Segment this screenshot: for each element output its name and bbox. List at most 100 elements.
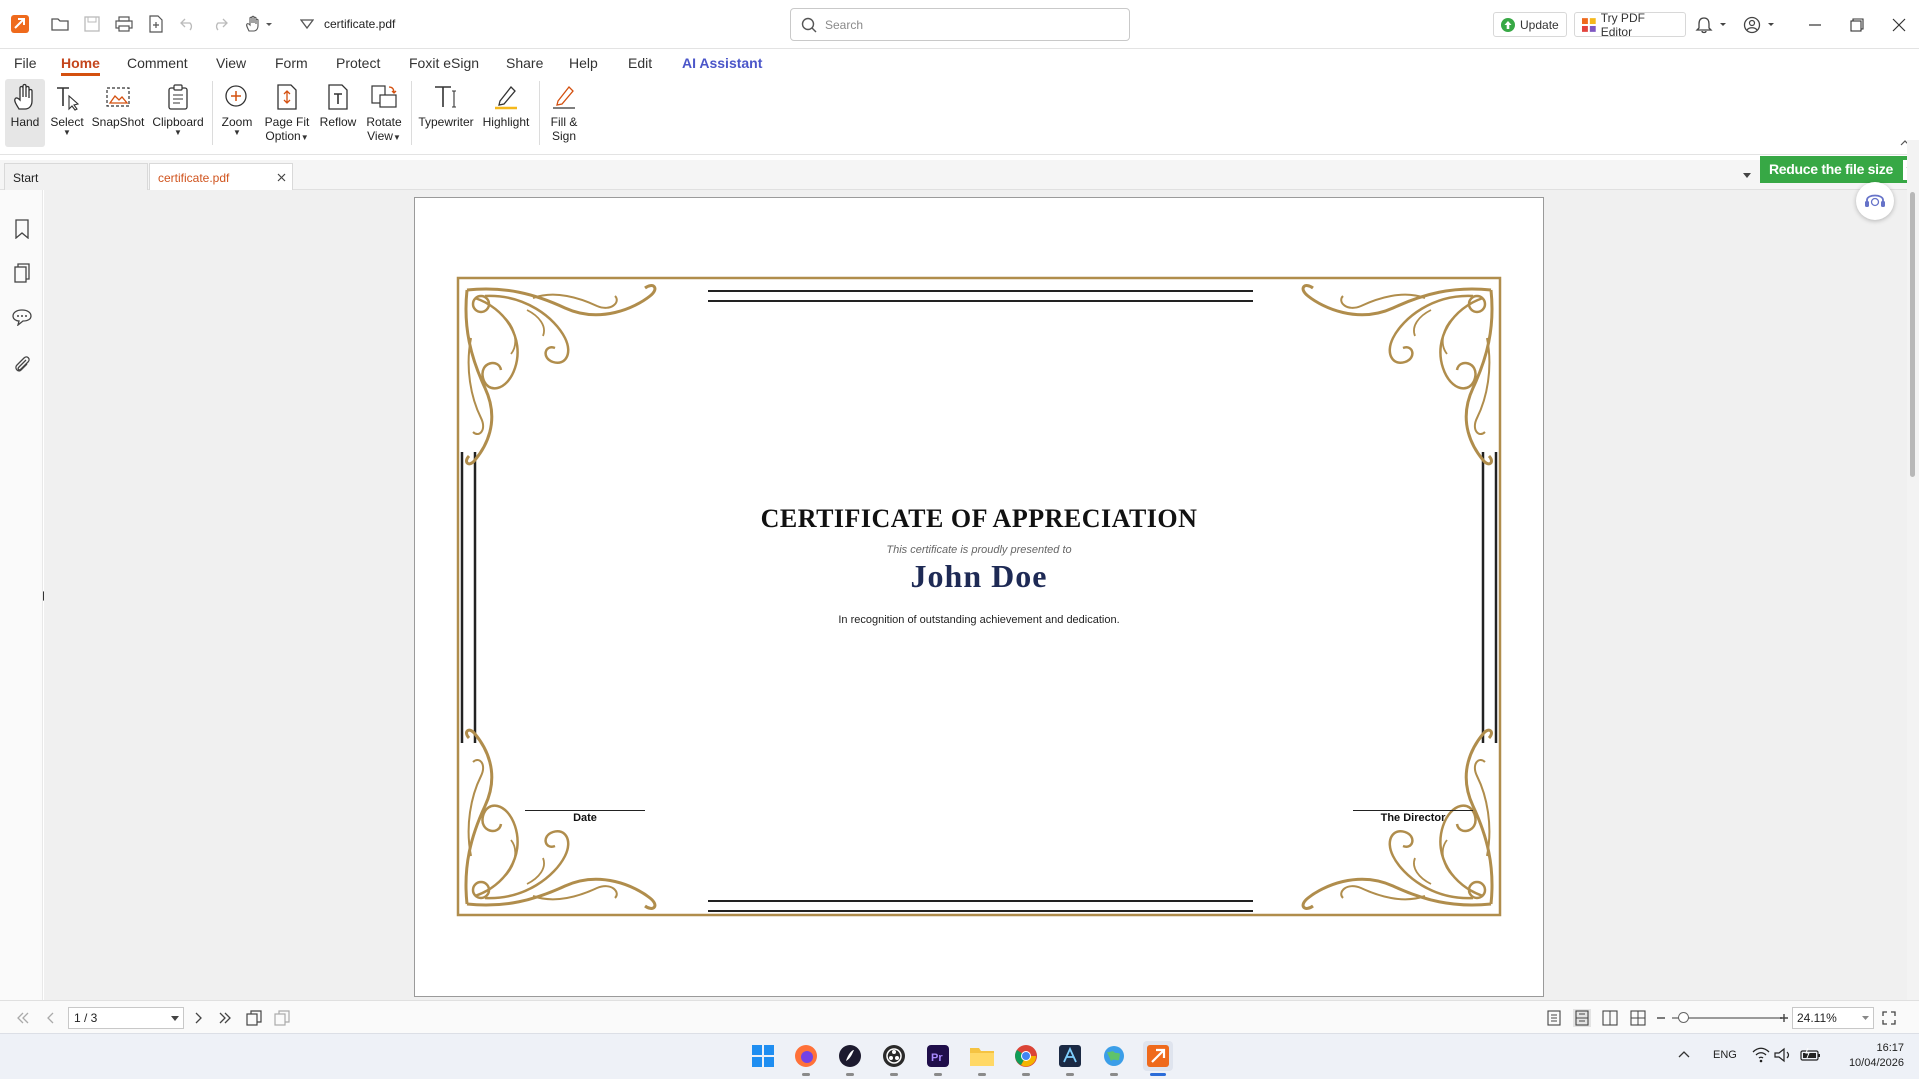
menu-foxit-esign[interactable]: Foxit eSign	[409, 55, 479, 71]
zoom-in-icon[interactable]	[1775, 1009, 1793, 1027]
hand-tool-button[interactable]: Hand	[5, 79, 45, 147]
select-label: Select	[50, 115, 84, 129]
reduce-file-size-banner[interactable]: Reduce the file size	[1760, 156, 1919, 183]
pages-thumbnail-icon[interactable]	[11, 262, 33, 284]
tab-start[interactable]: Start	[4, 163, 148, 190]
scrollbar-thumb[interactable]	[1910, 192, 1915, 477]
open-folder-icon[interactable]	[49, 13, 71, 35]
document-viewer[interactable]: CERTIFICATE OF APPRECIATION This certifi…	[44, 182, 1907, 1000]
search-box[interactable]	[790, 8, 1130, 41]
next-page-icon[interactable]	[189, 1009, 207, 1027]
snapshot-label: SnapShot	[91, 115, 145, 129]
file-explorer-icon[interactable]	[967, 1041, 997, 1076]
print-icon[interactable]	[113, 13, 135, 35]
menu-view[interactable]: View	[216, 55, 246, 71]
save-icon[interactable]	[81, 13, 103, 35]
obsidian-style-app-icon[interactable]	[835, 1041, 865, 1076]
bookmark-icon[interactable]	[11, 218, 33, 240]
minimize-button[interactable]	[1800, 10, 1830, 40]
bookmark-dropdown-icon[interactable]	[296, 13, 318, 35]
first-page-icon[interactable]	[14, 1009, 32, 1027]
text-editor-app-icon[interactable]	[1055, 1041, 1085, 1076]
highlight-label: Highlight	[482, 115, 530, 129]
facing-view-icon[interactable]	[1601, 1009, 1619, 1027]
obs-studio-icon[interactable]	[879, 1041, 909, 1076]
vertical-scrollbar[interactable]	[1907, 140, 1919, 1000]
page-dropdown-icon[interactable]	[171, 1016, 179, 1021]
battery-icon[interactable]	[1800, 1047, 1822, 1063]
select-tool-button[interactable]: Select ▼	[48, 79, 86, 147]
clock[interactable]: 16:17 10/04/2026	[1834, 1041, 1904, 1071]
zoom-percentage-input[interactable]: 24.11%	[1792, 1007, 1874, 1029]
clipboard-tool-button[interactable]: Clipboard ▼	[150, 79, 206, 147]
zoom-dropdown-icon[interactable]	[1862, 1016, 1869, 1020]
new-document-icon[interactable]	[145, 13, 167, 35]
volume-icon[interactable]	[1774, 1047, 1792, 1063]
hand-tool-quick-icon[interactable]	[242, 13, 276, 35]
minimize-icon	[1809, 24, 1821, 26]
tab-certificate[interactable]: certificate.pdf	[149, 163, 293, 190]
restore-button[interactable]	[1842, 10, 1872, 40]
notifications-button[interactable]	[1692, 10, 1732, 40]
snapshot-tool-button[interactable]: SnapShot	[90, 79, 146, 147]
fullscreen-icon[interactable]	[1880, 1009, 1898, 1027]
language-indicator[interactable]: ENG	[1713, 1049, 1737, 1061]
single-page-view-icon[interactable]	[1545, 1009, 1563, 1027]
menu-ai-assistant[interactable]: AI Assistant	[682, 55, 762, 71]
tabs-dropdown-icon[interactable]	[1742, 172, 1752, 179]
menu-home[interactable]: Home	[61, 55, 100, 76]
page-fit-option-button[interactable]: Page Fit Option▼	[262, 79, 312, 147]
next-view-icon[interactable]	[273, 1009, 291, 1027]
menu-protect[interactable]: Protect	[336, 55, 380, 71]
close-button[interactable]	[1884, 10, 1914, 40]
reflow-tool-button[interactable]: Reflow	[317, 79, 359, 147]
menu-share[interactable]: Share	[506, 55, 543, 71]
ai-support-button[interactable]	[1856, 182, 1894, 220]
redo-icon[interactable]	[209, 13, 231, 35]
firefox-icon[interactable]	[791, 1041, 821, 1076]
last-page-icon[interactable]	[216, 1009, 234, 1027]
continuous-facing-view-icon[interactable]	[1629, 1009, 1647, 1027]
zoom-caret-icon: ▼	[233, 128, 241, 137]
menu-form[interactable]: Form	[275, 55, 308, 71]
rotate-label-1: Rotate	[366, 115, 402, 129]
previous-view-icon[interactable]	[245, 1009, 263, 1027]
page-number-input[interactable]: 1 / 3	[68, 1007, 184, 1029]
update-button[interactable]: Update	[1493, 12, 1567, 37]
page-number-value: 1 / 3	[74, 1011, 98, 1025]
menu-file[interactable]: File	[14, 55, 37, 71]
comments-icon[interactable]	[11, 306, 33, 328]
close-tab-icon[interactable]	[277, 173, 286, 182]
fill-sign-button[interactable]: Fill & Sign	[544, 79, 584, 147]
wifi-icon[interactable]	[1752, 1047, 1770, 1063]
rotate-view-button[interactable]: Rotate View▼	[363, 79, 405, 147]
zoom-slider-thumb[interactable]	[1678, 1012, 1689, 1023]
recognition-text: In recognition of outstanding achievemen…	[838, 614, 1120, 626]
zoom-out-icon[interactable]	[1652, 1009, 1670, 1027]
undo-icon[interactable]	[177, 13, 199, 35]
chrome-icon[interactable]	[1011, 1041, 1041, 1076]
zoom-tool-button[interactable]: Zoom ▼	[218, 79, 256, 147]
continuous-view-icon[interactable]	[1573, 1009, 1591, 1027]
globe-app-icon[interactable]	[1099, 1041, 1129, 1076]
menu-edit[interactable]: Edit	[628, 55, 652, 71]
highlight-tool-button[interactable]: Highlight	[478, 79, 534, 147]
windows-start-icon[interactable]	[748, 1041, 778, 1071]
zoom-slider-track[interactable]	[1672, 1012, 1782, 1023]
document-tab-bar: Start certificate.pdf	[0, 160, 1919, 190]
menu-comment[interactable]: Comment	[127, 55, 188, 71]
foxit-logo-icon[interactable]	[9, 13, 31, 35]
foxit-reader-taskbar-icon[interactable]	[1143, 1041, 1173, 1076]
search-input[interactable]	[825, 16, 1115, 34]
previous-page-icon[interactable]	[42, 1009, 60, 1027]
menu-help[interactable]: Help	[569, 55, 598, 71]
pdf-page[interactable]: CERTIFICATE OF APPRECIATION This certifi…	[414, 197, 1544, 997]
typewriter-tool-button[interactable]: Typewriter	[416, 79, 476, 147]
date-signature-line: Date	[525, 810, 645, 824]
try-pdf-editor-button[interactable]: Try PDF Editor	[1574, 11, 1686, 39]
show-hidden-icons-chevron-icon[interactable]	[1678, 1050, 1690, 1058]
attachment-icon[interactable]	[11, 353, 33, 375]
premiere-pro-icon[interactable]: Pr	[923, 1041, 953, 1076]
select-text-icon	[57, 87, 80, 111]
account-button[interactable]	[1740, 10, 1780, 40]
